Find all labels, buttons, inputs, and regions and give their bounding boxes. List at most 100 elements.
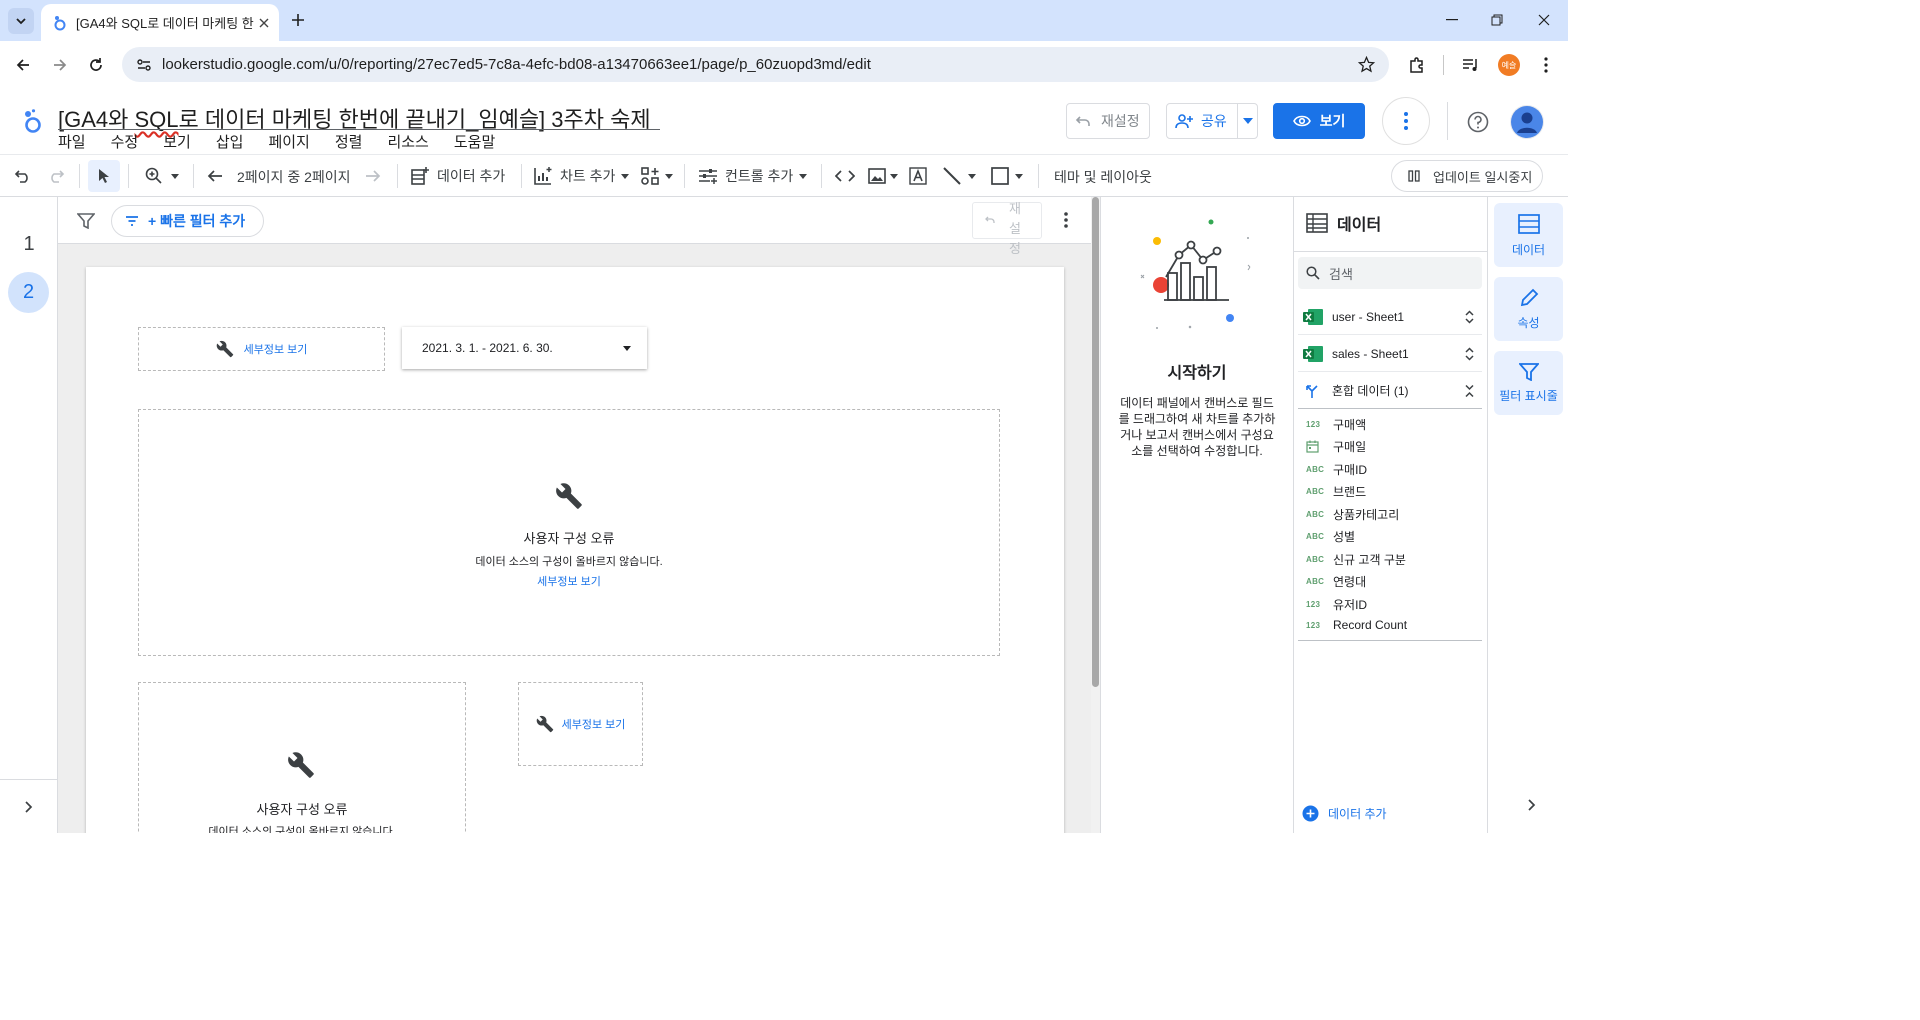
data-source-user-sheet1[interactable]: user - Sheet1 [1298,299,1482,335]
menu-page[interactable]: 페이지 [268,131,309,152]
image-button[interactable] [866,165,900,187]
close-icon[interactable] [259,18,269,28]
next-page-button[interactable] [362,165,384,187]
field-item[interactable]: ABC 성별 [1306,528,1355,545]
redo-button[interactable] [45,165,67,187]
caret-down-icon [890,173,898,179]
report-header: [GA4와 SQL로 데이터 마케팅 한번에 끝내기_임예슬] 3주차 숙제 파… [0,88,1568,154]
close-window-button[interactable] [1532,10,1556,30]
reset-button[interactable]: 재설정 [1066,103,1150,139]
rail-data-label: 데이터 [1511,242,1546,257]
data-panel-divider [1294,251,1487,252]
text-box-button[interactable] [907,165,929,187]
menu-resource[interactable]: 리소스 [387,131,428,152]
address-bar[interactable]: lookerstudio.google.com/u/0/reporting/27… [122,47,1389,82]
number-type-icon: 123 [1306,420,1321,429]
theme-layout-button[interactable]: 테마 및 레이아웃 [1054,167,1152,187]
broken-chart-small-1[interactable]: 세부정보 보기 [138,327,385,371]
zoom-button[interactable] [141,165,183,187]
pause-updates-label: 업데이트 일시중지 [1433,169,1533,185]
menu-edit[interactable]: 수정 [111,131,139,152]
canvas-scrollbar-thumb[interactable] [1092,197,1099,687]
add-chart-button[interactable]: 차트 추가 [533,164,630,188]
field-item[interactable]: 123 구매액 [1306,416,1366,433]
field-item[interactable]: 구매일 [1306,438,1366,455]
community-viz-button[interactable] [640,164,673,188]
rail-data-button[interactable]: 데이터 [1494,203,1563,267]
restore-button[interactable] [1485,10,1509,30]
profile-avatar[interactable]: 예슬 [1498,54,1520,76]
data-table-icon [1517,213,1540,234]
share-button[interactable]: 공유 [1166,103,1258,139]
previous-page-button[interactable] [204,165,226,187]
quick-filter-button[interactable]: + 빠른 필터 추가 [111,205,264,237]
menu-file[interactable]: 파일 [58,131,86,152]
browser-tab[interactable]: [GA4와 SQL로 데이터 마케팅 한 [41,4,279,41]
bookmark-star-icon[interactable] [1358,56,1375,73]
rail-filter-button[interactable]: 필터 표시줄 [1494,351,1563,415]
minimize-button[interactable] [1440,10,1464,30]
new-tab-button[interactable] [288,10,308,30]
field-item[interactable]: ABC 연령대 [1306,573,1366,590]
chrome-menu-button[interactable] [1535,54,1557,76]
broken-chart-medium[interactable]: 사용자 구성 오류 데이터 소스의 구성이 올바르지 않습니다. [138,682,466,833]
details-link[interactable]: 세부정보 보기 [139,573,999,589]
more-options-button[interactable] [1382,97,1430,145]
reload-button[interactable] [85,54,107,76]
embed-url-button[interactable] [834,165,856,187]
date-range-control[interactable]: 2021. 3. 1. - 2021. 6. 30. [402,327,647,369]
rail-properties-button[interactable]: 속성 [1494,277,1563,341]
details-link[interactable]: 세부정보 보기 [244,341,308,357]
looker-studio-logo[interactable] [20,108,44,136]
site-info-icon[interactable] [136,57,152,73]
account-avatar[interactable] [1510,105,1544,139]
field-item[interactable]: 123 Record Count [1306,618,1407,632]
broken-chart-large[interactable]: 사용자 구성 오류 데이터 소스의 구성이 올바르지 않습니다. 세부정보 보기 [138,409,1000,656]
toolbar-separator [79,164,80,188]
filter-reset-button[interactable]: 재 설 정 [972,201,1042,256]
menu-help[interactable]: 도움말 [454,131,495,152]
help-button[interactable] [1466,110,1490,134]
forward-button[interactable] [49,54,71,76]
filter-bar-more-button[interactable] [1056,209,1076,231]
collapse-panel-button[interactable] [1522,795,1542,815]
media-control-button[interactable] [1460,54,1482,76]
data-source-sales-sheet1[interactable]: sales - Sheet1 [1298,336,1482,372]
add-data-label: 데이터 추가 [1328,807,1387,821]
shape-button[interactable] [987,165,1027,187]
select-tool-button[interactable] [88,160,120,192]
add-data-source-button[interactable]: 데이터 추가 [1302,805,1387,822]
add-control-button[interactable]: 컨트롤 추가 [698,164,808,188]
expand-pages-button[interactable] [19,797,39,817]
menu-view[interactable]: 보기 [163,131,191,152]
menu-insert[interactable]: 삽입 [216,131,244,152]
field-name: 브랜드 [1333,485,1367,499]
tab-search-button[interactable] [8,8,34,34]
page-thumb-1[interactable]: 1 [9,224,49,264]
extensions-button[interactable] [1406,54,1428,76]
details-link[interactable]: 세부정보 보기 [562,716,626,732]
page-indicator: 2페이지 중 2페이지 [237,169,351,185]
undo-button[interactable] [12,165,34,187]
caret-down-icon[interactable] [1243,118,1253,124]
chevron-right-icon [25,801,33,813]
back-button[interactable] [12,54,34,76]
field-item[interactable]: ABC 상품카테고리 [1306,506,1399,523]
field-item[interactable]: ABC 신규 고객 구분 [1306,551,1406,568]
field-item[interactable]: 123 유저ID [1306,596,1367,613]
field-search-input[interactable]: 검색 [1298,257,1482,289]
field-item[interactable]: ABC 브랜드 [1306,483,1366,500]
line-button[interactable] [940,165,978,187]
filter-bar-icon[interactable] [75,210,97,232]
excel-sheet-icon [1303,308,1323,325]
menu-arrange[interactable]: 정렬 [335,131,363,152]
data-source-name: 혼합 데이터 (1) [1332,384,1409,398]
page-thumb-2[interactable]: 2 [8,272,49,313]
rail-divider [0,779,57,780]
field-item[interactable]: ABC 구매ID [1306,461,1367,478]
view-button[interactable]: 보기 [1273,103,1365,139]
add-data-button[interactable]: 데이터 추가 [410,164,505,188]
broken-chart-small-2[interactable]: 세부정보 보기 [518,682,643,766]
data-source-blended[interactable]: 혼합 데이터 (1) [1298,373,1482,409]
pause-updates-button[interactable]: 업데이트 일시중지 [1391,160,1543,192]
